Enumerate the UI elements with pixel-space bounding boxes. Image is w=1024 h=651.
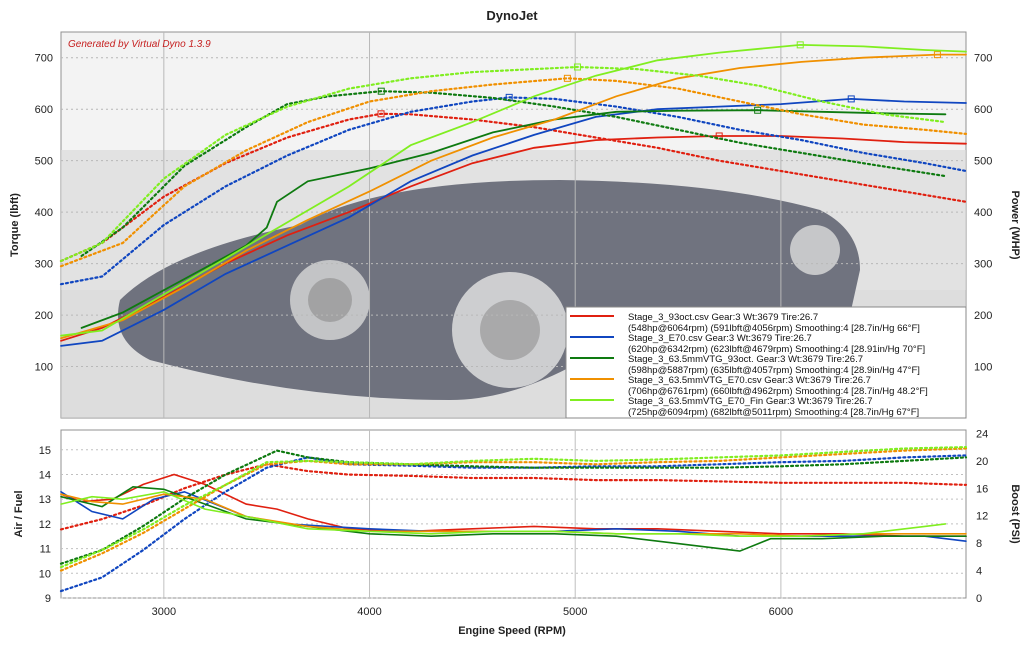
y2-tick-label-boost: 0 — [976, 593, 982, 605]
y2-tick-label-power: 600 — [974, 104, 992, 116]
y2-axis-label-boost: Boost (PSI) — [1009, 484, 1021, 544]
y-tick-label-torque: 400 — [35, 207, 53, 219]
y-tick-label-torque: 100 — [35, 362, 53, 374]
x-tick-label: 3000 — [152, 606, 176, 618]
chart-title: DynoJet — [486, 8, 538, 23]
y-tick-label-torque: 200 — [35, 310, 53, 322]
x-tick-label: 6000 — [769, 606, 793, 618]
y2-tick-label-boost: 12 — [976, 511, 988, 523]
y2-tick-label-power: 700 — [974, 53, 992, 65]
y2-tick-label-power: 500 — [974, 156, 992, 168]
dyno-chart-figure: 100 200 300 400 500 600 700 100 200 300 400 500 600 7… — [0, 0, 1024, 646]
y-tick-label-afr: 15 — [39, 445, 51, 457]
y-tick-label-afr: 14 — [39, 469, 51, 481]
legend-entry-file: Stage_3_E70.csv Gear:3 Wt:3679 Tire:26.7 — [628, 333, 812, 344]
y-tick-label-torque: 600 — [35, 104, 53, 116]
y2-tick-label-boost: 16 — [976, 483, 988, 495]
x-axis-label: Engine Speed (RPM) — [458, 625, 566, 637]
top-panel: 100 200 300 400 500 600 700 100 200 300 400 500 600 7… — [9, 8, 1021, 419]
legend: Stage_3_93oct.csv Gear:3 Wt:3679 Tire:26… — [565, 306, 967, 419]
y2-tick-label-boost: 4 — [976, 566, 982, 578]
y-tick-label-afr: 12 — [39, 519, 51, 531]
y-tick-label-afr: 11 — [40, 544, 51, 556]
dyno-chart-svg: 1002003004005006007001002003004005006007… — [0, 0, 1024, 646]
x-tick-label: 5000 — [563, 606, 587, 618]
y-tick-label-torque: 300 — [35, 259, 53, 271]
legend-entry-stats: (725hp@6094rpm) (682lbft@5011rpm) Smooth… — [628, 407, 919, 418]
legend-entry-file: Stage_3_63.5mmVTG_E70.csv Gear:3 Wt:3679… — [628, 375, 871, 386]
y-tick-label-afr: 13 — [39, 494, 51, 506]
y2-tick-label-power: 300 — [974, 259, 992, 271]
y-tick-label-afr: 9 — [45, 593, 51, 605]
y2-tick-label-power: 200 — [974, 310, 992, 322]
watermark-text: Generated by Virtual Dyno 1.3.9 — [68, 39, 211, 50]
y2-tick-label-boost: 20 — [976, 456, 988, 468]
y2-axis-label-power: Power (WHP) — [1009, 190, 1021, 259]
y2-tick-label-power: 100 — [974, 362, 992, 374]
y-tick-label-afr: 10 — [39, 568, 51, 580]
y-axis-label-afr: Air / Fuel — [13, 490, 25, 537]
y2-tick-label-boost: 24 — [976, 428, 988, 440]
y-tick-label-torque: 700 — [35, 53, 53, 65]
legend-entry-file: Stage_3_93oct.csv Gear:3 Wt:3679 Tire:26… — [628, 312, 818, 323]
legend-entry-file: Stage_3_63.5mmVTG_E70_Fin Gear:3 Wt:3679… — [628, 396, 873, 407]
y-tick-label-torque: 500 — [35, 156, 53, 168]
legend-entry-file: Stage_3_63.5mmVTG_93oct. Gear:3 Wt:3679 … — [628, 354, 863, 365]
y-axis-label-torque: Torque (lbft) — [9, 193, 21, 257]
x-tick-label: 4000 — [357, 606, 381, 618]
y2-tick-label-power: 400 — [974, 207, 992, 219]
y2-tick-label-boost: 8 — [976, 538, 982, 550]
